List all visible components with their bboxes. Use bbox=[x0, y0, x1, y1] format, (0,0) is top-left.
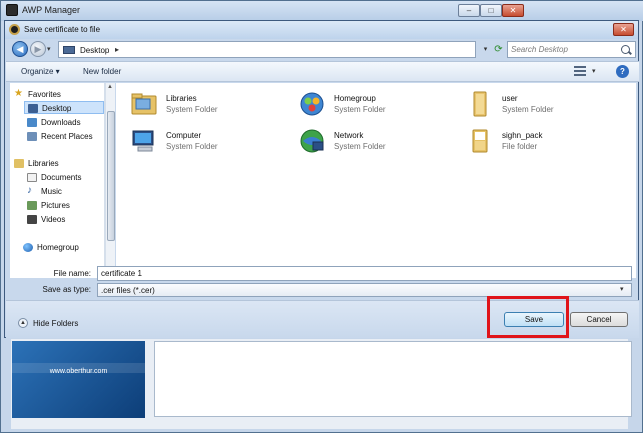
file-item-sighn-pack[interactable]: sighn_pack File folder bbox=[462, 125, 622, 157]
network-icon bbox=[300, 129, 324, 153]
dialog-app-icon bbox=[9, 24, 20, 35]
file-item-computer[interactable]: Computer System Folder bbox=[126, 125, 286, 157]
nav-item-documents[interactable]: Documents bbox=[27, 171, 103, 184]
awp-manager-title: AWP Manager bbox=[22, 5, 81, 15]
save-as-type-value: .cer files (*.cer) bbox=[101, 286, 155, 295]
nav-item-music[interactable]: ♪ Music bbox=[27, 185, 103, 198]
libraries-folder-icon bbox=[131, 93, 157, 115]
recent-locations-dropdown[interactable]: ▾ bbox=[47, 45, 51, 53]
address-location[interactable]: Desktop bbox=[80, 46, 109, 55]
nav-item-videos[interactable]: Videos bbox=[27, 213, 103, 226]
cancel-button[interactable]: Cancel bbox=[570, 312, 628, 327]
dialog-titlebar[interactable]: Save certificate to file ✕ bbox=[5, 21, 638, 39]
change-view-icon[interactable] bbox=[574, 66, 588, 77]
recent-places-icon bbox=[27, 132, 37, 141]
minimize-button[interactable]: – bbox=[458, 4, 480, 17]
search-icon[interactable] bbox=[621, 45, 630, 54]
maximize-button[interactable]: □ bbox=[480, 4, 502, 17]
save-certificate-dialog: Save certificate to file ✕ ◀ ▶ ▾ Desktop… bbox=[4, 20, 639, 338]
new-folder-button[interactable]: New folder bbox=[83, 67, 121, 76]
save-as-type-select[interactable]: .cer files (*.cer) ▾ bbox=[97, 283, 632, 297]
file-name-label: File name: bbox=[53, 269, 91, 278]
save-as-type-label: Save as type: bbox=[42, 285, 91, 294]
downloads-icon bbox=[27, 118, 37, 127]
nav-item-recent-places[interactable]: Recent Places bbox=[27, 130, 103, 143]
dialog-title: Save certificate to file bbox=[24, 25, 101, 34]
nav-item-downloads[interactable]: Downloads bbox=[27, 116, 103, 129]
desktop-icon bbox=[28, 104, 38, 113]
nav-pane-scrollbar[interactable]: ▲ ▼ bbox=[105, 83, 115, 278]
nav-item-desktop[interactable]: Desktop bbox=[24, 101, 104, 114]
videos-icon bbox=[27, 215, 37, 224]
nav-item-libraries[interactable]: Libraries bbox=[14, 157, 102, 170]
help-icon[interactable]: ? bbox=[616, 65, 629, 78]
hide-folders-label: Hide Folders bbox=[33, 319, 79, 328]
close-button[interactable]: ✕ bbox=[502, 4, 524, 17]
pictures-icon bbox=[27, 201, 37, 210]
oberthur-banner: www.oberthur.com bbox=[12, 341, 145, 418]
awp-app-icon bbox=[6, 4, 18, 16]
dialog-close-button[interactable]: ✕ bbox=[613, 23, 634, 36]
collapse-arrow-icon: ▲ bbox=[18, 318, 28, 328]
documents-icon bbox=[27, 173, 37, 182]
nav-item-favorites[interactable]: ★ Favorites bbox=[14, 88, 102, 101]
libraries-icon bbox=[14, 159, 24, 168]
breadcrumb-chevron-icon[interactable]: ▸ bbox=[115, 45, 119, 54]
address-row: ◀ ▶ ▾ Desktop ▸ ▾ ⟳ bbox=[11, 41, 636, 58]
navigation-pane: ★ Favorites Desktop Downloads Recent Pla… bbox=[10, 83, 105, 278]
nav-item-pictures[interactable]: Pictures bbox=[27, 199, 103, 212]
file-name-input[interactable] bbox=[97, 266, 632, 281]
homegroup-icon bbox=[300, 92, 324, 116]
save-as-type-dropdown-icon[interactable]: ▾ bbox=[620, 285, 624, 293]
search-input[interactable] bbox=[511, 43, 619, 56]
file-item-user[interactable]: user System Folder bbox=[462, 88, 622, 120]
banner-url: www.oberthur.com bbox=[49, 368, 108, 375]
folder-icon bbox=[472, 129, 488, 153]
file-item-libraries[interactable]: Libraries System Folder bbox=[126, 88, 286, 120]
search-box[interactable] bbox=[507, 41, 636, 58]
homegroup-icon bbox=[23, 243, 33, 252]
music-icon: ♪ bbox=[27, 185, 32, 196]
user-folder-icon bbox=[473, 91, 487, 117]
view-options-dropdown[interactable]: ▾ bbox=[592, 67, 596, 75]
organize-button[interactable]: Organize ▾ bbox=[21, 67, 60, 76]
desktop-location-icon bbox=[63, 46, 75, 54]
save-button-highlight bbox=[487, 296, 569, 338]
file-item-network[interactable]: Network System Folder bbox=[294, 125, 454, 157]
awp-content-panel bbox=[154, 341, 632, 417]
scroll-up-icon[interactable]: ▲ bbox=[107, 84, 113, 90]
computer-icon bbox=[132, 130, 154, 152]
file-list: Libraries System Folder Homegroup System… bbox=[116, 83, 636, 278]
scrollbar-thumb[interactable] bbox=[107, 111, 115, 241]
command-toolbar: Organize ▾ New folder ▾ ? bbox=[6, 61, 639, 82]
address-bar[interactable]: Desktop ▸ bbox=[58, 41, 476, 58]
back-button[interactable]: ◀ bbox=[12, 41, 28, 57]
refresh-icon[interactable]: ⟳ bbox=[492, 42, 505, 57]
file-item-homegroup[interactable]: Homegroup System Folder bbox=[294, 88, 454, 120]
nav-item-homegroup[interactable]: Homegroup bbox=[23, 241, 103, 254]
address-dropdown-icon[interactable]: ▾ bbox=[480, 42, 491, 57]
forward-button[interactable]: ▶ bbox=[30, 41, 46, 57]
awp-manager-titlebar: AWP Manager – □ ✕ bbox=[1, 1, 643, 21]
star-icon: ★ bbox=[14, 88, 23, 99]
